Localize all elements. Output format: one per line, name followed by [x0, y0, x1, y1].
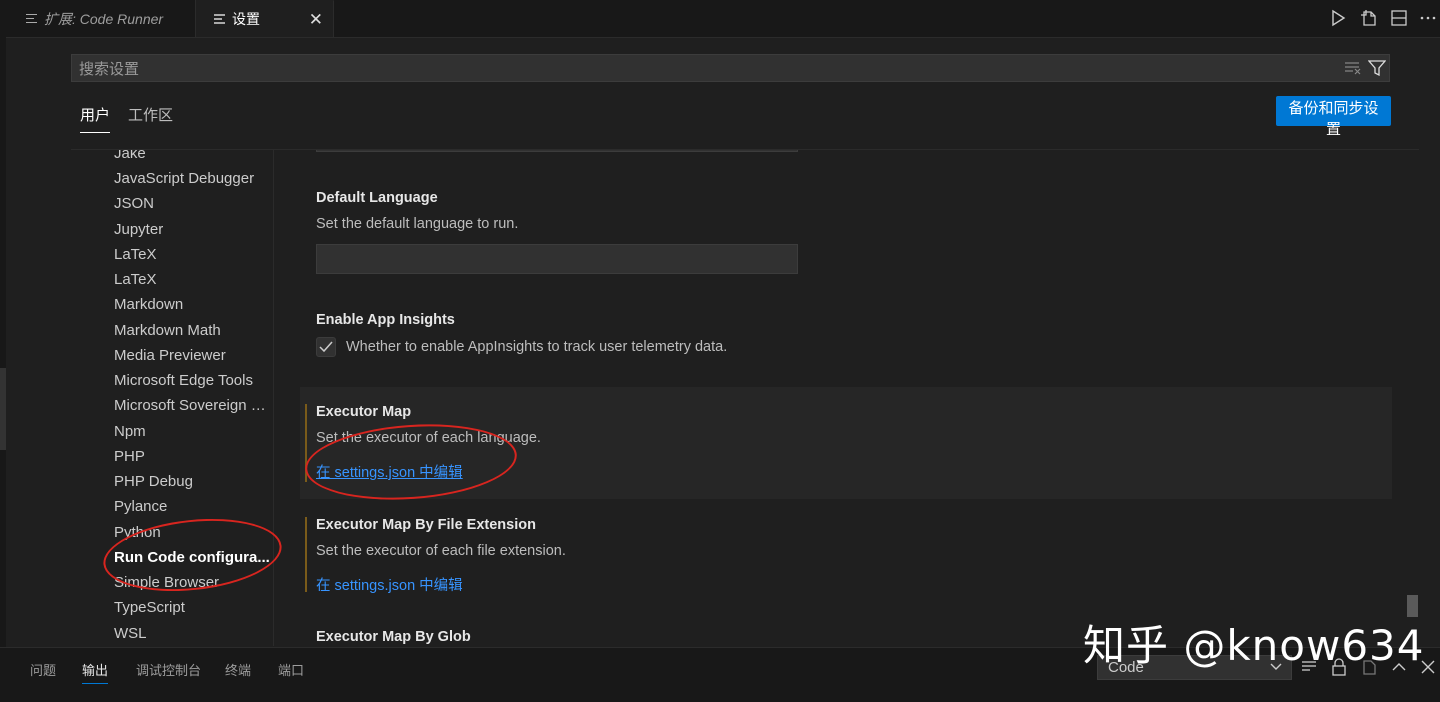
editor-tab-bar: 扩展: Code Runner 设置 ✕: [0, 0, 1440, 38]
panel-tab-output[interactable]: 输出: [82, 660, 109, 684]
toc-item-latex-2[interactable]: LaTeX: [114, 271, 272, 288]
setting-desc-executor-map-by-file-extension: Set the executor of each file extension.: [316, 543, 566, 559]
modified-indicator: [305, 517, 307, 592]
tab-settings[interactable]: 设置 ✕: [196, 0, 334, 37]
settings-file-icon: [214, 14, 225, 24]
panel-tab-ports[interactable]: 端口: [278, 660, 304, 679]
setting-title-default-language: Default Language: [316, 190, 438, 206]
edit-in-settings-json-link[interactable]: 在 settings.json 中编辑: [316, 574, 463, 595]
tab-user-settings[interactable]: 用户: [80, 104, 111, 133]
settings-search-box: [71, 54, 1390, 83]
toc-item-microsoft-edge-tools[interactable]: Microsoft Edge Tools: [114, 372, 272, 389]
backup-sync-settings-button[interactable]: 备份和同步设置: [1276, 96, 1391, 138]
tab-label: 扩展: Code Runner: [44, 10, 164, 27]
more-actions-icon[interactable]: [1419, 9, 1437, 27]
toc-item-javascript-debugger[interactable]: JavaScript Debugger: [114, 170, 272, 187]
toc-item-latex[interactable]: LaTeX: [114, 246, 272, 263]
panel-tab-problems[interactable]: 问题: [30, 660, 56, 679]
setting-title-executor-map-by-glob: Executor Map By Glob: [316, 629, 471, 645]
watermark-text: 知乎 @know634: [1083, 621, 1425, 670]
setting-title-executor-map: Executor Map: [316, 404, 412, 420]
toc-item-wsl[interactable]: WSL: [114, 625, 272, 642]
tab-label: 设置: [232, 11, 260, 27]
clear-filter-icon[interactable]: [1344, 60, 1362, 76]
app-insights-checkbox[interactable]: [316, 337, 336, 357]
activity-bar-scroll: [0, 368, 6, 450]
tab-workspace-settings[interactable]: 工作区: [128, 104, 173, 125]
close-icon[interactable]: ✕: [309, 10, 323, 30]
toc-item-php-debug[interactable]: PHP Debug: [114, 473, 272, 490]
toc-item-npm[interactable]: Npm: [114, 423, 272, 440]
toc-item-jupyter[interactable]: Jupyter: [114, 221, 272, 238]
setting-desc-default-language: Set the default language to run.: [316, 216, 519, 232]
open-settings-json-icon[interactable]: [1360, 9, 1378, 27]
setting-title-executor-map-by-file-extension: Executor Map By File Extension: [316, 517, 536, 533]
toc-item-microsoft-sovereign[interactable]: Microsoft Sovereign C...: [114, 397, 272, 414]
filter-icon[interactable]: [1368, 60, 1386, 76]
setting-desc-app-insights: Whether to enable AppInsights to track u…: [346, 339, 728, 355]
toc-item-php[interactable]: PHP: [114, 448, 272, 465]
panel-tab-debug-console[interactable]: 调试控制台: [136, 660, 201, 679]
previous-setting-input[interactable]: [316, 150, 798, 152]
run-icon[interactable]: [1329, 9, 1347, 27]
panel-tab-terminal[interactable]: 终端: [225, 660, 251, 679]
settings-list: Default Language Set the default languag…: [274, 150, 1414, 646]
check-icon: [319, 341, 333, 353]
activity-bar-edge: [0, 37, 6, 647]
split-editor-icon[interactable]: [1390, 9, 1408, 27]
toc-item-jake[interactable]: Jake: [114, 150, 272, 162]
default-language-input[interactable]: [316, 244, 798, 274]
toc-item-markdown[interactable]: Markdown: [114, 296, 272, 313]
preview-icon: [26, 13, 37, 24]
toc-item-media-previewer[interactable]: Media Previewer: [114, 347, 272, 364]
toc-item-typescript[interactable]: TypeScript: [114, 599, 272, 616]
toc-item-pylance[interactable]: Pylance: [114, 498, 272, 515]
toc-item-json[interactable]: JSON: [114, 195, 272, 212]
search-input[interactable]: [72, 55, 1341, 83]
tab-code-runner-extension[interactable]: 扩展: Code Runner: [8, 0, 196, 37]
toc-item-markdown-math[interactable]: Markdown Math: [114, 322, 272, 339]
setting-title-app-insights: Enable App Insights: [316, 312, 455, 328]
